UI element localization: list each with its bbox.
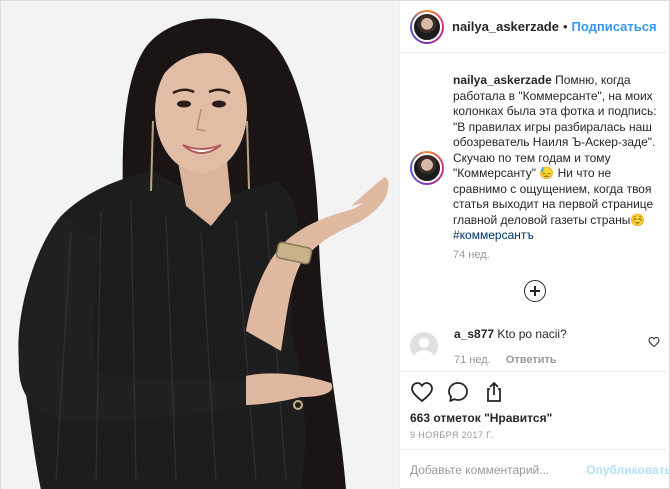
caption-text: Помню, когда работала в "Коммерсанте", н…	[453, 73, 657, 227]
add-comment-bar: Опубликовать	[400, 449, 670, 489]
post-photo[interactable]	[1, 1, 399, 489]
caption-username[interactable]: nailya_askerzade	[453, 73, 552, 87]
caption-body: nailya_askerzade Помню, когда работала в…	[453, 73, 662, 244]
likes-label: отметок "Нравится"	[433, 411, 553, 425]
comment-text: Kto po nacii?	[497, 327, 567, 341]
header-separator: •	[562, 19, 568, 34]
comment-like-heart-icon[interactable]	[648, 336, 660, 348]
photo-woman-illustration	[1, 1, 399, 489]
author-avatar-image	[412, 11, 442, 42]
comments-section[interactable]: nailya_askerzade Помню, когда работала в…	[400, 53, 670, 371]
author-avatar[interactable]	[410, 9, 444, 44]
comment-meta: 71 нед. Ответить	[454, 354, 557, 366]
share-icon[interactable]	[482, 380, 506, 404]
comment-input[interactable]	[410, 463, 579, 477]
publish-button[interactable]: Опубликовать	[586, 463, 670, 477]
post-header: nailya_askerzade • Подписаться	[400, 1, 670, 53]
post-actions: 663 отметок "Нравится"	[400, 371, 670, 431]
reply-button[interactable]: Ответить	[506, 354, 557, 366]
comment-icon[interactable]	[446, 380, 470, 404]
caption-hashtag[interactable]: #коммерсантъ	[453, 228, 534, 242]
comment-text-line: a_s877 Kto po nacii?	[454, 327, 567, 341]
load-more-comments-button[interactable]	[524, 280, 546, 302]
caption-comment: nailya_askerzade Помню, когда работала в…	[410, 73, 662, 244]
commenter-username[interactable]: a_s877	[454, 327, 494, 341]
instagram-post: nailya_askerzade • Подписаться nailya_as…	[0, 0, 670, 489]
likes-count[interactable]: 663 отметок "Нравится"	[410, 411, 552, 425]
heart-icon[interactable]	[410, 380, 434, 404]
caption-avatar-image	[412, 153, 442, 183]
caption-timestamp[interactable]: 74 нед.	[453, 249, 490, 261]
likes-number: 663	[410, 411, 431, 425]
comment-timestamp[interactable]: 71 нед.	[454, 354, 491, 366]
author-username[interactable]: nailya_askerzade	[452, 19, 559, 34]
action-icons	[410, 380, 506, 404]
post-sidebar: nailya_askerzade • Подписаться nailya_as…	[399, 1, 670, 489]
follow-button[interactable]: Подписаться	[572, 19, 657, 34]
post-date[interactable]: 9 НОЯБРЯ 2017 Г.	[410, 430, 493, 440]
caption-avatar[interactable]	[410, 151, 444, 185]
commenter-avatar[interactable]	[410, 332, 438, 360]
